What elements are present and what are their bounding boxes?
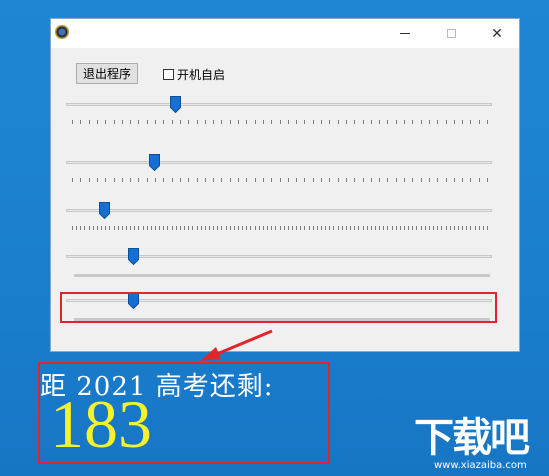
red-arrow-icon (200, 329, 273, 361)
minimize-button[interactable] (382, 19, 428, 48)
watermark-logo: 下载吧 www.xiazaiba.com (414, 418, 544, 474)
slider-track (66, 209, 492, 212)
slider-track (66, 161, 492, 164)
slider-thumb[interactable] (149, 154, 160, 171)
maximize-button[interactable] (428, 19, 474, 48)
slider-thumb[interactable] (99, 202, 110, 219)
autostart-checkbox[interactable]: 开机自启 (163, 66, 225, 83)
watermark-url: www.xiazaiba.com (434, 460, 527, 471)
slider-thumb[interactable] (170, 96, 181, 113)
title-bar[interactable]: ✕ (51, 19, 519, 48)
slider-ticks (72, 178, 488, 182)
slider-thumb[interactable] (128, 248, 139, 265)
autostart-label: 开机自启 (177, 68, 226, 82)
slider-ticks (72, 226, 488, 230)
slider-track (66, 103, 492, 106)
slider-bar (74, 274, 490, 277)
countdown-days: 183 (50, 386, 152, 462)
app-icon (55, 25, 69, 39)
slider-3[interactable] (66, 201, 492, 231)
minimize-icon (400, 33, 410, 34)
watermark-brand: 下载吧 (414, 415, 530, 461)
slider-1[interactable] (66, 95, 492, 125)
slider-4[interactable] (66, 247, 492, 277)
slider-ticks (72, 120, 488, 124)
highlight-frame (60, 292, 497, 323)
maximize-icon (446, 29, 456, 38)
exit-program-button[interactable]: 退出程序 (76, 63, 138, 84)
close-icon: ✕ (491, 25, 503, 42)
checkbox-box[interactable] (163, 69, 174, 80)
slider-2[interactable] (66, 153, 492, 183)
close-button[interactable]: ✕ (474, 19, 520, 48)
